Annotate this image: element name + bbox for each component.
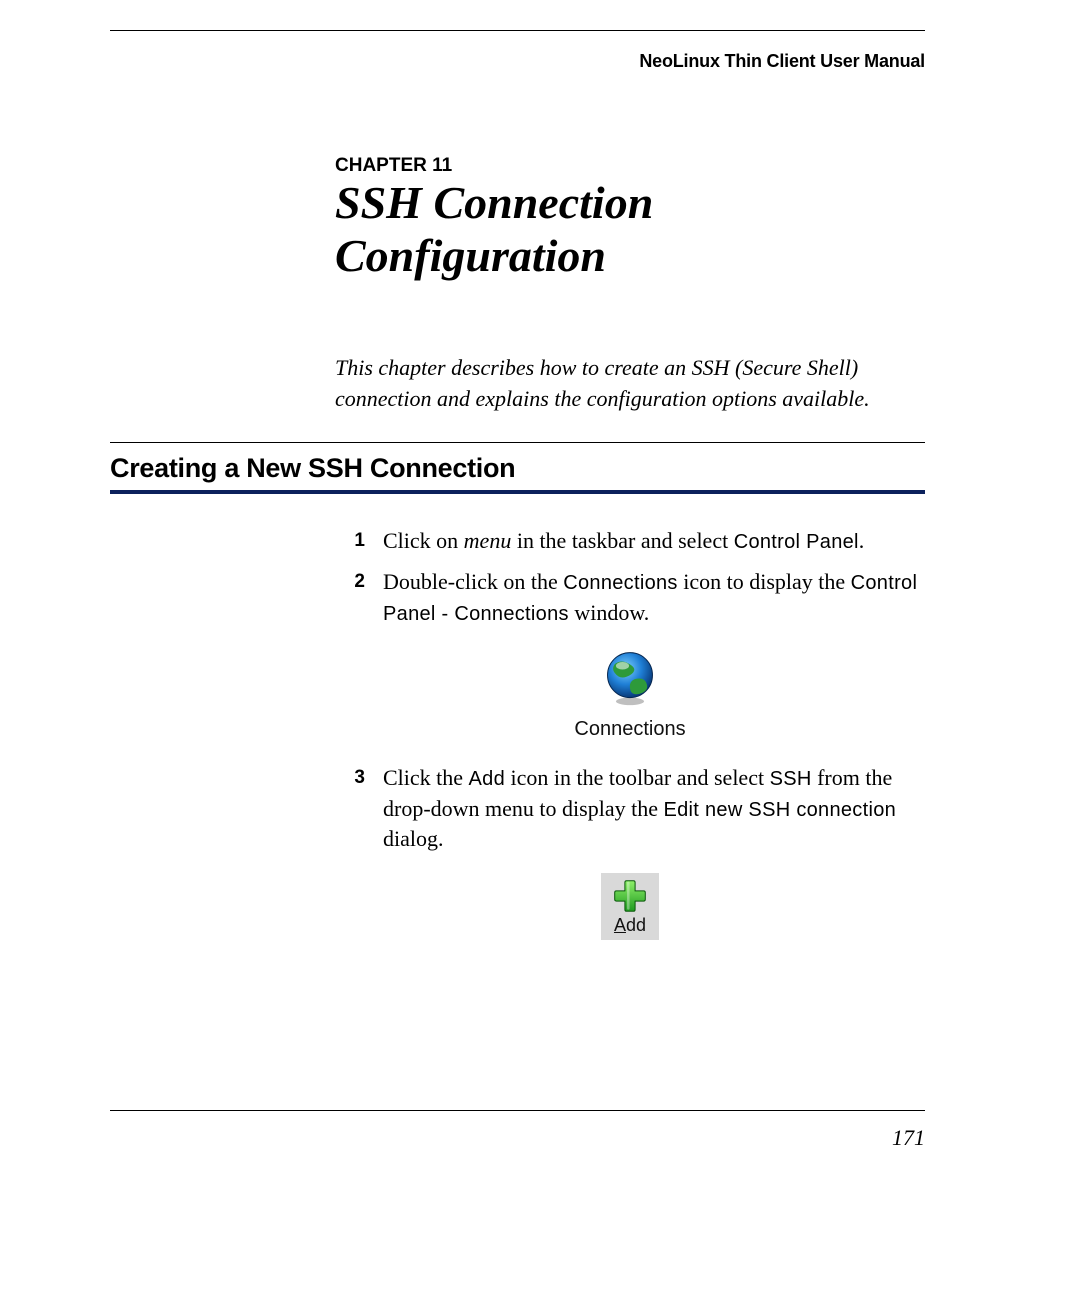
section-underline [110,490,925,494]
ui-term-add: Add [469,768,506,790]
page-number: 171 [892,1125,925,1151]
chapter-title: SSH Connection Configuration [335,177,925,283]
step-body: Click on menu in the taskbar and select … [383,526,925,557]
step-body: Click the Add icon in the toolbar and se… [383,763,925,855]
ui-term-connections: Connections [563,572,677,594]
accelerator-underline: A [614,915,626,935]
text: Double-click on the [383,569,563,594]
figure-label-connections: Connections [574,718,685,741]
text: dialog. [383,826,444,851]
step-number: 2 [335,567,365,596]
running-head: NeoLinux Thin Client User Manual [110,51,925,72]
plus-icon [613,879,647,913]
ui-term-control-panel: Control Panel [734,531,859,553]
step-number: 1 [335,526,365,555]
text: . [859,528,865,553]
chapter-heading: CHAPTER 11 SSH Connection Configuration [335,147,925,283]
chapter-label: CHAPTER 11 [335,147,452,177]
ui-term-ssh: SSH [770,768,812,790]
text: dd [626,915,646,935]
text: Click on [383,528,464,553]
figure-connections-icon: Connections [335,647,925,741]
section-rule [110,442,925,443]
globe-icon [600,647,660,707]
section-heading: Creating a New SSH Connection [110,453,925,484]
chapter-intro: This chapter describes how to create an … [335,353,925,415]
footer-rule [110,1110,925,1111]
add-button: Add [601,873,659,940]
text: window. [569,600,649,625]
step-number: 3 [335,763,365,792]
ui-term-dialog-title: Edit new SSH connection [663,799,896,821]
step-2: 2 Double-click on the Connections icon t… [335,567,925,629]
emphasis-menu: menu [464,528,512,553]
top-rule [110,30,925,31]
step-body: Double-click on the Connections icon to … [383,567,925,629]
figure-add-button: Add [335,873,925,940]
step-1: 1 Click on menu in the taskbar and selec… [335,526,925,557]
text: Click the [383,765,469,790]
steps-list: 1 Click on menu in the taskbar and selec… [335,526,925,940]
text: icon in the toolbar and select [505,765,770,790]
text: in the taskbar and select [511,528,733,553]
step-3: 3 Click the Add icon in the toolbar and … [335,763,925,855]
text: icon to display the [678,569,851,594]
figure-label-add: Add [614,915,646,935]
